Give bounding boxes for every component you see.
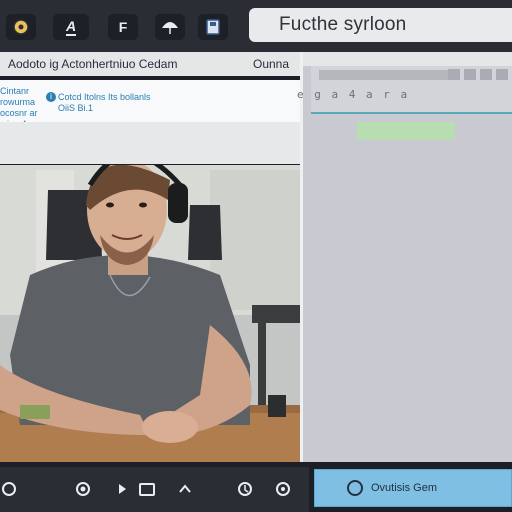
participant-video xyxy=(0,165,300,462)
chat-control-button[interactable] xyxy=(480,69,492,80)
chat-control-button[interactable] xyxy=(496,69,508,80)
top-toolbar: A F Fucthe syrloon xyxy=(0,0,512,52)
a-icon: A xyxy=(65,18,77,36)
hangup-button[interactable] xyxy=(176,480,194,498)
f-icon: F xyxy=(118,19,128,35)
record-button[interactable] xyxy=(74,480,92,498)
status-chip[interactable] xyxy=(357,122,455,140)
search-input[interactable]: Fucthe syrloon xyxy=(249,8,512,42)
mic-button[interactable] xyxy=(0,480,18,498)
chat-panel: e g a 4 a r a xyxy=(297,66,512,462)
chat-path: e g a 4 a r a xyxy=(297,88,410,101)
share-icon xyxy=(238,482,252,496)
record-icon xyxy=(76,482,90,496)
chat-control-button[interactable] xyxy=(464,69,476,80)
settings-icon xyxy=(13,19,29,35)
camera-label: Ounna xyxy=(253,57,290,71)
play-button[interactable] xyxy=(114,480,132,498)
notice-spacer xyxy=(0,122,300,164)
notification-text: OiiS Bi.1 xyxy=(58,103,94,113)
umbrella-icon xyxy=(162,22,178,34)
save-button[interactable] xyxy=(198,14,228,40)
chat-control-button[interactable] xyxy=(448,69,460,80)
join-call-button[interactable]: Ovutisis Gem xyxy=(314,469,512,507)
camera-button[interactable] xyxy=(138,480,156,498)
share-button[interactable] xyxy=(236,480,254,498)
a-button[interactable]: A xyxy=(53,14,89,40)
join-call-label: Ovutisis Gem xyxy=(371,482,438,494)
notification-text: Cotcd Itolns Its bollanls xyxy=(58,92,151,102)
more-icon xyxy=(276,482,290,496)
notification-meta-line: Cintanr rowurma xyxy=(0,86,36,107)
notification-meta-line: ocosnr ar xyxy=(0,108,38,118)
call-controls xyxy=(0,467,309,512)
umbrella-button[interactable] xyxy=(155,14,185,40)
notification-banner: Cintanr rowurma ocosnr ar s.i.. o4 i Cot… xyxy=(0,80,300,129)
save-icon xyxy=(206,19,220,35)
info-icon: i xyxy=(46,92,56,102)
chat-header-strip xyxy=(319,70,449,80)
mic-icon xyxy=(2,482,16,496)
notification-message[interactable]: i Cotcd Itolns Its bollanls OiiS Bi.1 xyxy=(46,92,151,114)
join-icon xyxy=(347,480,363,496)
f-button[interactable]: F xyxy=(108,14,138,40)
chat-header: e g a 4 a r a xyxy=(297,66,512,114)
video-feed[interactable] xyxy=(0,165,300,462)
camera-icon xyxy=(139,483,155,496)
play-icon xyxy=(119,484,126,494)
settings-button[interactable] xyxy=(6,14,36,40)
chat-header-controls xyxy=(448,69,508,80)
more-button[interactable] xyxy=(274,480,292,498)
hangup-icon xyxy=(179,484,191,493)
